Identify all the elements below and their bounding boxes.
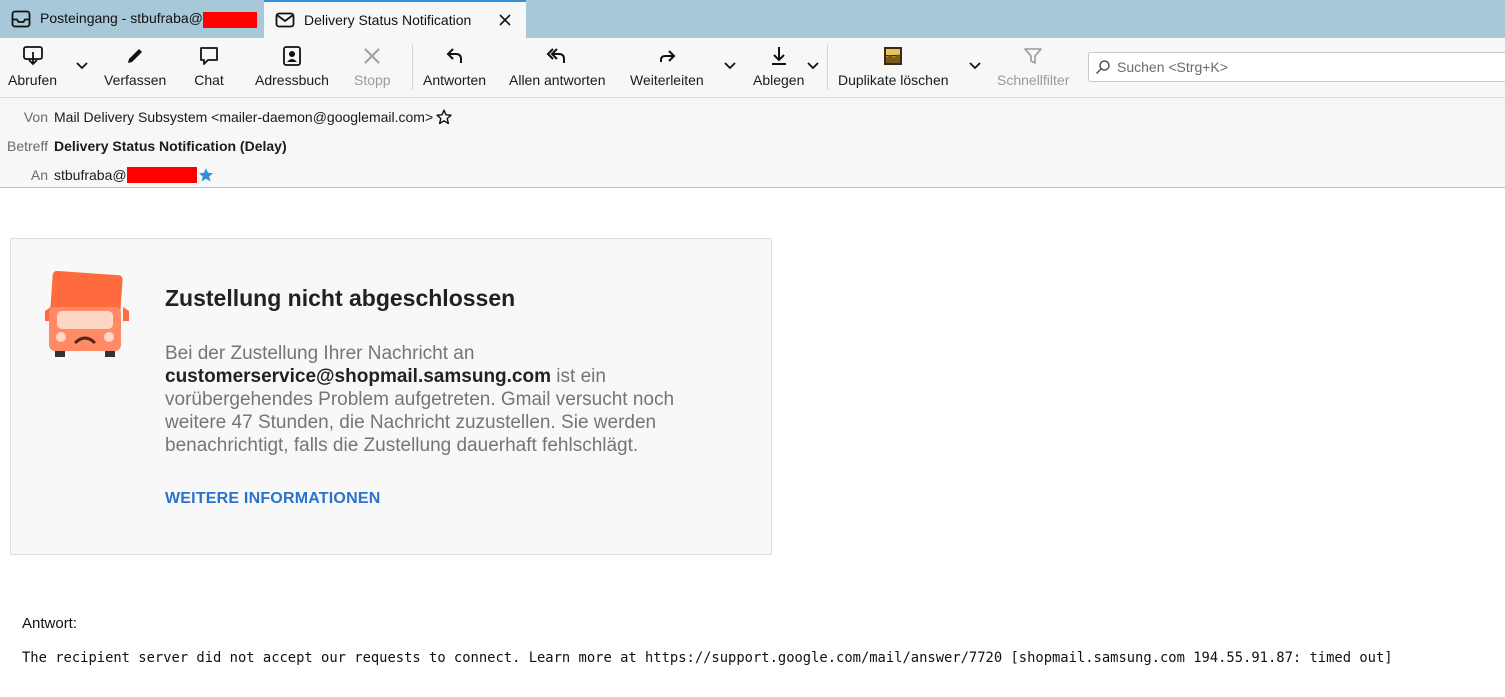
from-value[interactable]: Mail Delivery Subsystem <mailer-daemon@g… [54, 109, 452, 125]
tab-bar: Posteingang - stbufraba@ Delivery Status… [0, 0, 1505, 38]
subject-value: Delivery Status Notification (Delay) [54, 138, 287, 154]
toolbar-separator [412, 44, 413, 90]
from-row: Von Mail Delivery Subsystem <mailer-daem… [0, 106, 452, 128]
to-label: An [30, 167, 48, 183]
subject-row: Betreff Delivery Status Notification (De… [0, 135, 287, 157]
get-messages-button[interactable]: Abrufen [8, 44, 57, 92]
chat-label: Chat [194, 72, 224, 88]
close-tab-icon[interactable] [496, 11, 514, 29]
more-info-link[interactable]: WEITERE INFORMATIONEN [165, 490, 380, 508]
address-book-button[interactable]: Adressbuch [255, 44, 329, 92]
forward-dropdown-icon[interactable] [722, 58, 738, 74]
reply-label: Antworten [423, 72, 487, 88]
contact-star-icon[interactable] [198, 167, 214, 183]
redaction-mark [202, 11, 257, 28]
duplicates-dropdown-icon[interactable] [967, 58, 983, 74]
get-messages-dropdown-icon[interactable] [74, 58, 90, 74]
funnel-icon [1018, 44, 1048, 68]
delivery-status-card: Zustellung nicht abgeschlossen Bei der Z… [10, 238, 772, 555]
card-text-part: Bei der Zustellung Ihrer Nachricht an [165, 343, 475, 364]
chat-bubble-icon [194, 44, 224, 68]
tab-inbox[interactable]: Posteingang - stbufraba@ [0, 0, 262, 38]
toolbar: Abrufen Verfassen Chat Adressbuch Stopp … [0, 38, 1505, 98]
remove-duplicates-label: Duplikate löschen [838, 72, 949, 88]
star-icon[interactable] [436, 109, 452, 125]
recipient-address: customerservice@shopmail.samsung.com [165, 366, 552, 387]
reply-label: Antwort: [22, 615, 78, 632]
duplicates-image-icon [878, 44, 908, 68]
reply-all-button[interactable]: Allen antworten [509, 44, 606, 92]
address-book-icon [277, 44, 307, 68]
chat-button[interactable]: Chat [194, 44, 224, 92]
get-messages-label: Abrufen [8, 72, 58, 88]
to-value[interactable]: stbufraba@ [54, 167, 214, 183]
message-header: Von Mail Delivery Subsystem <mailer-daem… [0, 98, 1505, 188]
subject-label: Betreff [7, 138, 48, 154]
reply-all-icon [542, 44, 572, 68]
remove-duplicates-button[interactable]: Duplikate löschen [838, 44, 949, 92]
tab-message-label: Delivery Status Notification [304, 12, 472, 28]
compose-button[interactable]: Verfassen [104, 44, 166, 92]
archive-button[interactable]: Ablegen [753, 44, 804, 92]
stop-x-icon [357, 44, 387, 68]
reply-all-label: Allen antworten [509, 72, 606, 88]
archive-download-icon [764, 44, 794, 68]
pencil-icon [120, 44, 150, 68]
search-input[interactable]: Suchen <Strg+K> [1088, 52, 1505, 82]
stop-button[interactable]: Stopp [354, 44, 391, 92]
compose-label: Verfassen [104, 72, 167, 88]
reply-arrow-icon [440, 44, 470, 68]
download-icon [18, 44, 48, 68]
search-placeholder: Suchen <Strg+K> [1117, 59, 1228, 75]
quick-filter-label: Schnellfilter [997, 72, 1070, 88]
to-address[interactable]: stbufraba@ [54, 167, 127, 183]
delivery-truck-icon [45, 270, 129, 359]
stop-label: Stopp [354, 72, 391, 88]
quick-filter-button[interactable]: Schnellfilter [997, 44, 1069, 92]
server-response-text: The recipient server did not accept our … [22, 650, 1393, 666]
envelope-icon [274, 11, 296, 29]
card-text: Bei der Zustellung Ihrer Nachricht an cu… [165, 342, 725, 457]
address-book-label: Adressbuch [255, 72, 329, 88]
from-label: Von [23, 109, 48, 125]
card-title: Zustellung nicht abgeschlossen [165, 285, 516, 311]
tab-message[interactable]: Delivery Status Notification [264, 0, 526, 38]
inbox-icon [10, 10, 32, 28]
redaction-mark [126, 167, 197, 183]
to-row: An stbufraba@ [0, 164, 214, 186]
search-icon [1095, 58, 1113, 76]
forward-arrow-icon [652, 44, 682, 68]
tab-inbox-label: Posteingang - stbufraba@ [40, 10, 257, 28]
archive-dropdown-icon[interactable] [805, 58, 821, 74]
reply-button[interactable]: Antworten [423, 44, 486, 92]
forward-button[interactable]: Weiterleiten [630, 44, 704, 92]
from-address[interactable]: Mail Delivery Subsystem <mailer-daemon@g… [54, 109, 433, 125]
forward-label: Weiterleiten [630, 72, 704, 88]
toolbar-separator [827, 44, 828, 90]
archive-label: Ablegen [753, 72, 805, 88]
